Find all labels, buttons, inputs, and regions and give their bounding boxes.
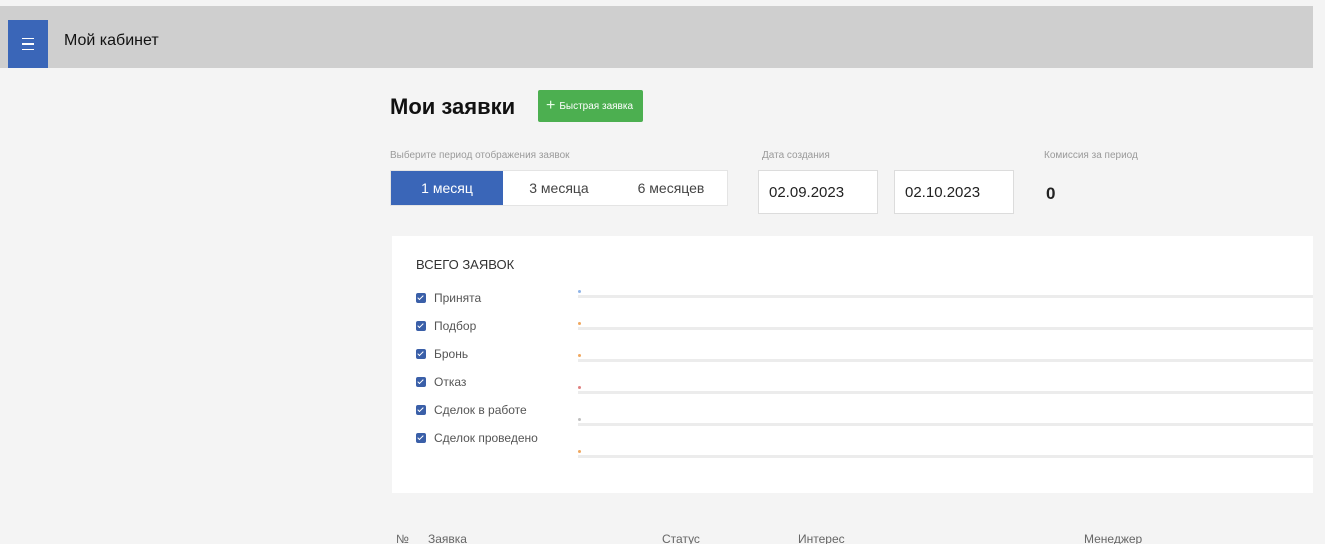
date-label: Дата создания [762, 150, 830, 161]
chart-legend: Принята Подбор Бронь Отказ Сделок в рабо… [416, 284, 538, 452]
series-line [578, 391, 1313, 394]
period-3-months[interactable]: 3 месяца [503, 171, 615, 205]
series-line [578, 455, 1313, 458]
series-marker [578, 322, 581, 325]
legend-label: Принята [434, 291, 482, 305]
checkbox-icon [416, 405, 426, 415]
series-line [578, 359, 1313, 362]
legend-label: Сделок в работе [434, 403, 527, 417]
legend-item-deals-completed[interactable]: Сделок проведено [416, 424, 538, 452]
date-to-input[interactable] [894, 170, 1014, 214]
period-selector: 1 месяц 3 месяца 6 месяцев [390, 170, 728, 206]
checkbox-icon [416, 377, 426, 387]
series-marker [578, 450, 581, 453]
legend-label: Подбор [434, 319, 477, 333]
legend-label: Бронь [434, 347, 469, 361]
legend-item-accepted[interactable]: Принята [416, 284, 538, 312]
requests-chart-card: ВСЕГО ЗАЯВОК Принята Подбор Бронь Отказ … [392, 236, 1313, 493]
period-1-month[interactable]: 1 месяц [391, 171, 503, 205]
column-number[interactable]: № [396, 532, 409, 544]
series-marker [578, 386, 581, 389]
chart-title: ВСЕГО ЗАЯВОК [416, 257, 515, 272]
legend-item-selection[interactable]: Подбор [416, 312, 538, 340]
plus-icon: + [546, 97, 556, 114]
series-marker [578, 290, 581, 293]
column-request[interactable]: Заявка [428, 532, 467, 544]
page-title: Мои заявки [390, 94, 516, 119]
date-from-input[interactable] [758, 170, 878, 214]
legend-item-rejection[interactable]: Отказ [416, 368, 538, 396]
quick-request-label: Быстрая заявка [559, 100, 634, 112]
period-label: Выберите период отображения заявок [390, 150, 570, 161]
menu-icon[interactable] [8, 20, 48, 68]
quick-request-button[interactable]: + Быстрая заявка [538, 90, 644, 122]
commission-value: 0 [1046, 184, 1056, 203]
app-title: Мой кабинет [64, 32, 159, 49]
series-line [578, 327, 1313, 330]
checkbox-icon [416, 349, 426, 359]
legend-label: Сделок проведено [434, 431, 538, 445]
legend-label: Отказ [434, 375, 467, 389]
commission-label: Комиссия за период [1044, 150, 1138, 161]
legend-item-booking[interactable]: Бронь [416, 340, 538, 368]
checkbox-icon [416, 321, 426, 331]
top-bar: Мой кабинет [0, 6, 1313, 68]
column-status[interactable]: Статус [662, 532, 700, 544]
series-marker [578, 354, 581, 357]
checkbox-icon [416, 433, 426, 443]
series-marker [578, 418, 581, 421]
series-line [578, 423, 1313, 426]
checkbox-icon [416, 293, 426, 303]
period-6-months[interactable]: 6 месяцев [615, 171, 727, 205]
legend-item-deals-in-progress[interactable]: Сделок в работе [416, 396, 538, 424]
series-line [578, 295, 1313, 298]
column-interest[interactable]: Интерес [798, 532, 845, 544]
column-manager[interactable]: Менеджер [1084, 532, 1142, 544]
